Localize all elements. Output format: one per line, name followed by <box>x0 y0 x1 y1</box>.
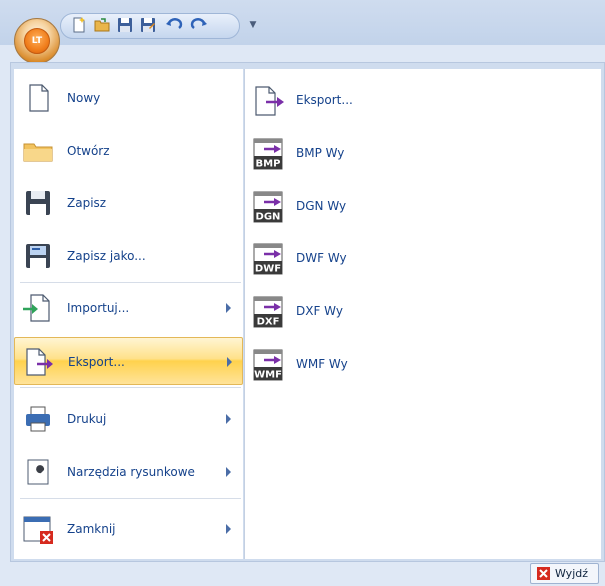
submenu-item-label: DGN Wy <box>296 199 347 213</box>
submenu-arrow-icon <box>226 524 231 534</box>
dgn-export-icon: DGN <box>253 191 283 223</box>
menu-item-label: Eksport... <box>68 355 125 369</box>
menu-item-save[interactable]: Zapisz <box>14 179 243 227</box>
save-as-icon <box>26 244 50 268</box>
menu-item-label: Otwórz <box>67 144 110 158</box>
submenu-item-dwf[interactable]: DWF DWF Wy <box>250 236 550 280</box>
submenu-item-bmp[interactable]: BMP BMP Wy <box>250 131 550 175</box>
submenu-item-label: WMF Wy <box>296 357 348 371</box>
menu-separator <box>20 282 241 283</box>
open-icon[interactable] <box>93 16 111 34</box>
menu-item-label: Importuj... <box>67 301 130 315</box>
wmf-export-icon: WMF <box>253 349 283 381</box>
exit-button[interactable]: Wyjdź <box>530 563 599 584</box>
application-button[interactable]: LT <box>14 18 60 64</box>
quick-access-toolbar: ▼ <box>0 0 605 45</box>
menu-item-new[interactable]: Nowy <box>14 74 243 122</box>
export-icon <box>26 348 53 376</box>
submenu-arrow-icon <box>226 414 231 424</box>
redo-icon[interactable] <box>190 16 208 34</box>
close-window-icon <box>23 516 53 544</box>
menu-item-close[interactable]: Zamknij <box>14 505 243 553</box>
submenu-item-label: BMP Wy <box>296 146 345 160</box>
menu-item-drawing-tools[interactable]: Narzędzia rysunkowe <box>14 448 243 496</box>
submenu-item-label: DWF Wy <box>296 251 347 265</box>
submenu-item-wmf[interactable]: WMF WMF Wy <box>250 342 550 386</box>
bmp-export-icon: BMP <box>253 138 283 170</box>
menu-separator <box>20 387 241 388</box>
menu-footer <box>0 562 605 586</box>
menu-item-save-as[interactable]: Zapisz jako... <box>14 232 243 280</box>
new-icon[interactable] <box>70 16 88 34</box>
submenu-arrow-icon <box>227 357 232 367</box>
file-format-badge: BMP <box>256 159 281 170</box>
customize-qat-icon[interactable]: ▼ <box>247 20 259 30</box>
close-icon <box>537 567 550 580</box>
menu-item-label: Drukuj <box>67 412 107 426</box>
file-format-badge: DGN <box>256 212 281 223</box>
submenu-item-label: DXF Wy <box>296 304 343 318</box>
menu-item-label: Narzędzia rysunkowe <box>67 465 195 479</box>
submenu-arrow-icon <box>226 303 231 313</box>
menu-item-import[interactable]: Importuj... <box>14 284 243 332</box>
wrench-icon <box>27 459 49 485</box>
submenu-item-export[interactable]: Eksport... <box>250 78 550 122</box>
dwf-export-icon: DWF <box>253 243 283 275</box>
dxf-export-icon: DXF <box>253 296 283 328</box>
submenu-item-label: Eksport... <box>296 93 353 107</box>
application-window: ▼ LT Nowy Otwórz Zapisz Zapisz jako... I… <box>0 0 605 586</box>
file-format-badge: DWF <box>255 264 281 275</box>
menu-separator <box>20 498 241 499</box>
menu-item-label: Zamknij <box>67 522 116 536</box>
import-icon <box>23 294 50 322</box>
save-as-icon[interactable] <box>139 16 157 34</box>
menu-item-export[interactable]: Eksport... <box>14 337 243 385</box>
menu-item-label: Zapisz jako... <box>67 249 146 263</box>
menu-item-print[interactable]: Drukuj <box>14 395 243 443</box>
save-icon <box>26 191 50 215</box>
printer-icon <box>26 406 50 432</box>
menu-item-open[interactable]: Otwórz <box>14 127 243 175</box>
undo-icon[interactable] <box>165 16 183 34</box>
file-format-badge: DXF <box>257 317 280 328</box>
new-document-icon <box>29 84 49 112</box>
export-icon <box>255 86 284 116</box>
submenu-item-dxf[interactable]: DXF DXF Wy <box>250 289 550 333</box>
exit-button-label: Wyjdź <box>555 567 589 580</box>
menu-item-label: Nowy <box>67 91 101 105</box>
file-format-badge: WMF <box>254 370 282 381</box>
open-folder-icon <box>23 143 53 162</box>
submenu-item-dgn[interactable]: DGN DGN Wy <box>250 184 550 228</box>
save-icon[interactable] <box>116 16 134 34</box>
app-logo: LT <box>24 28 50 54</box>
menu-item-label: Zapisz <box>67 196 107 210</box>
submenu-arrow-icon <box>226 467 231 477</box>
